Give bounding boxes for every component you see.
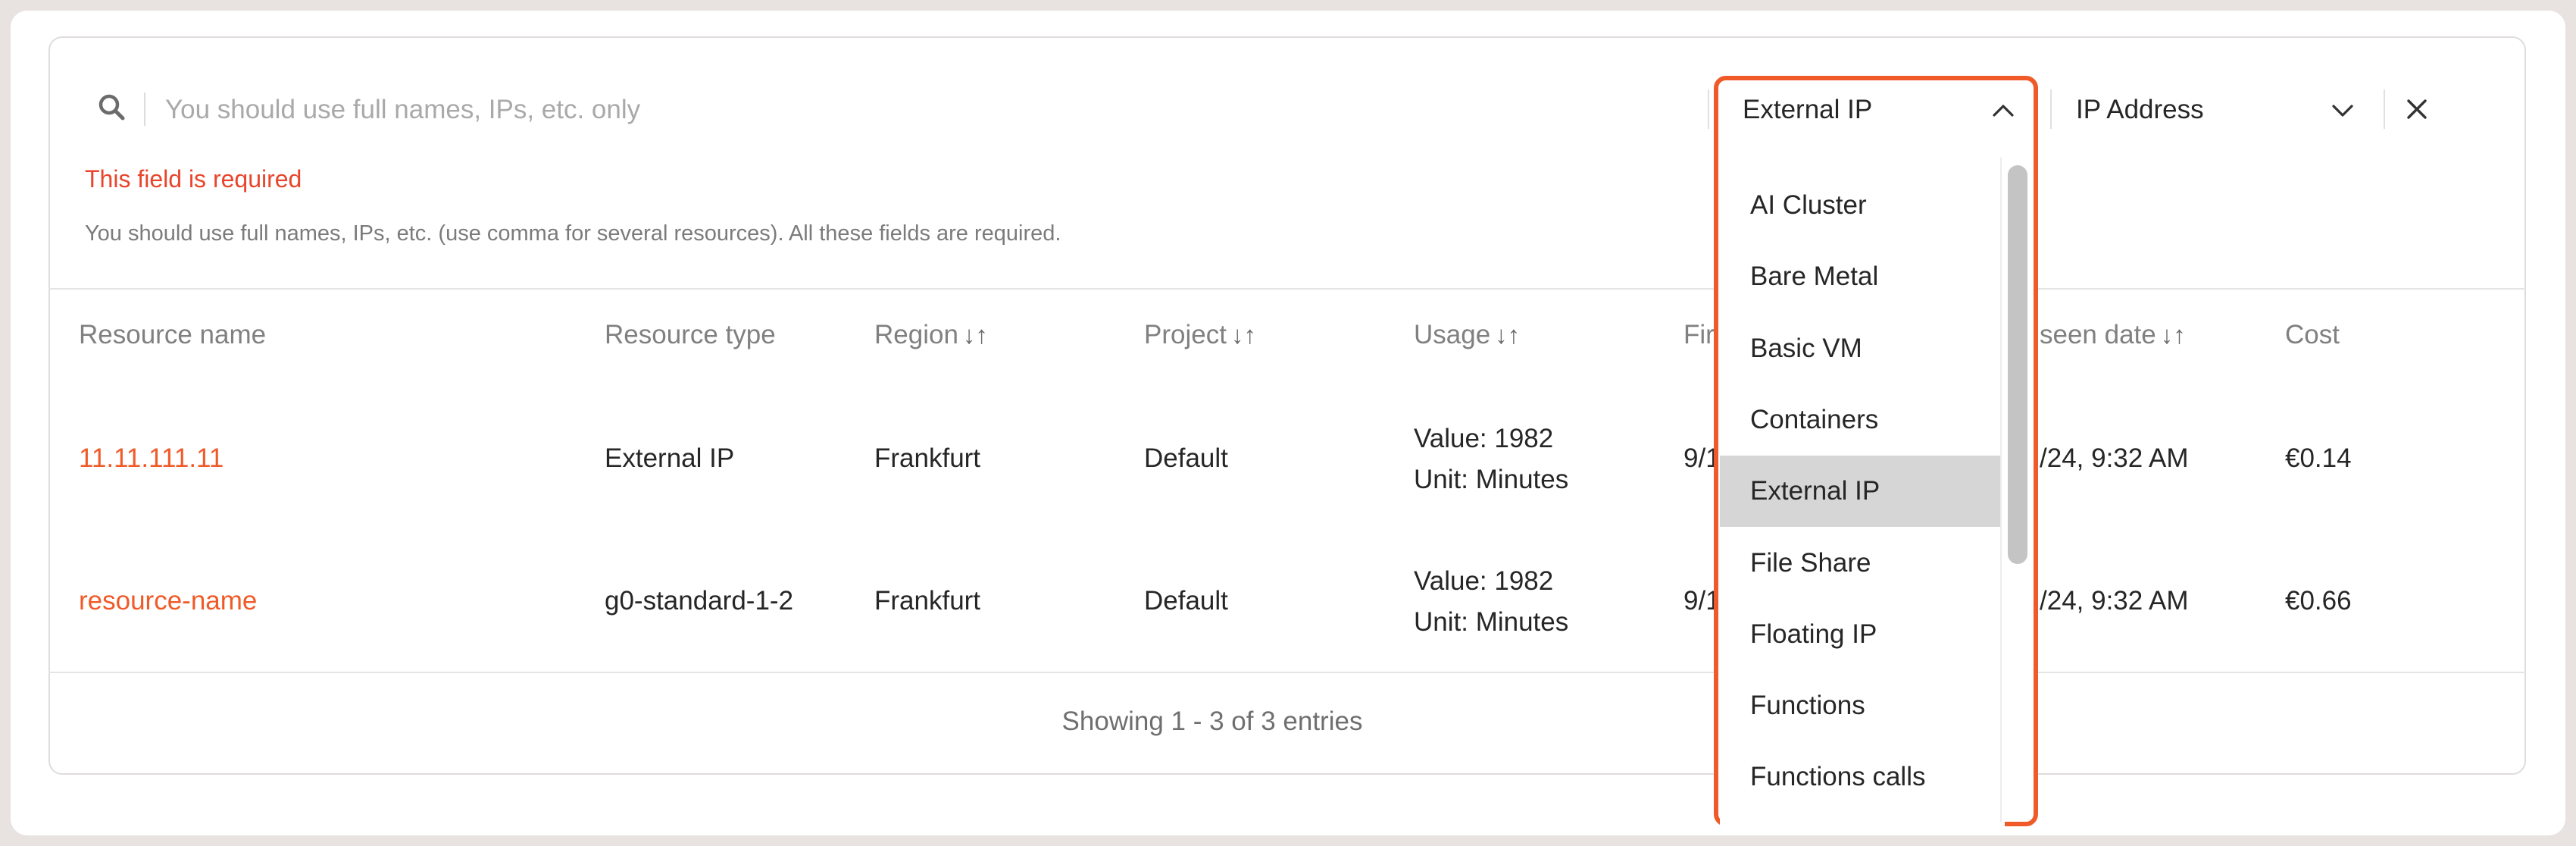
sort-icon[interactable]: ↓↑ bbox=[1231, 321, 1256, 349]
project-cell: Default bbox=[1144, 443, 1228, 473]
column-header-region-label: Region bbox=[874, 320, 958, 349]
filter-divider bbox=[1708, 89, 1709, 129]
column-header-region[interactable]: Region ↓↑ bbox=[874, 320, 988, 350]
project-cell: Default bbox=[1144, 586, 1228, 616]
dropdown-option[interactable]: Floating IP bbox=[1720, 599, 2000, 670]
search-divider bbox=[144, 92, 145, 126]
last-seen-cell: /24, 9:32 AM bbox=[2040, 443, 2189, 473]
helper-text: You should use full names, IPs, etc. (us… bbox=[85, 221, 1061, 246]
error-message: This field is required bbox=[85, 165, 302, 193]
table-top-divider bbox=[48, 288, 2526, 290]
column-header-resource-name[interactable]: Resource name bbox=[79, 320, 266, 350]
dropdown-option[interactable]: File Share bbox=[1720, 528, 2000, 599]
sort-icon[interactable]: ↓↑ bbox=[2161, 321, 2186, 349]
filter-divider bbox=[2050, 89, 2052, 129]
filter-divider bbox=[2384, 89, 2385, 129]
dropdown-option[interactable]: Bare Metal bbox=[1720, 241, 2000, 312]
chevron-down-icon bbox=[2332, 105, 2353, 117]
dropdown-option[interactable]: Basic VM bbox=[1720, 313, 2000, 384]
column-header-first-seen[interactable]: Fir bbox=[1683, 320, 1715, 350]
resource-name-link[interactable]: 11.11.111.11 bbox=[79, 438, 224, 479]
dropdown-scroll-track bbox=[2000, 158, 2002, 822]
column-header-usage-label: Usage bbox=[1414, 320, 1491, 349]
resource-type-select-value: External IP bbox=[1743, 95, 1873, 124]
search-input[interactable] bbox=[164, 88, 1667, 132]
close-icon[interactable] bbox=[2402, 94, 2432, 124]
table-bottom-divider bbox=[48, 672, 2526, 673]
usage-value-cell: Value: 1982 bbox=[1414, 566, 1554, 596]
resource-type-options: AI Cluster Bare Metal Basic VM Containers Ex… bbox=[1720, 158, 2005, 826]
resource-type-select-trigger[interactable]: External IP bbox=[1717, 79, 2035, 141]
column-header-last-seen-label: seen date bbox=[2040, 320, 2156, 349]
sort-icon[interactable]: ↓↑ bbox=[963, 321, 988, 349]
column-header-project[interactable]: Project ↓↑ bbox=[1144, 320, 1256, 350]
usage-unit-cell: Unit: Minutes bbox=[1414, 465, 1569, 494]
field-select[interactable]: IP Address bbox=[2076, 79, 2371, 141]
last-seen-cell: /24, 9:32 AM bbox=[2040, 586, 2189, 616]
column-header-project-label: Project bbox=[1144, 320, 1227, 349]
column-header-last-seen[interactable]: seen date ↓↑ bbox=[2040, 320, 2186, 350]
dropdown-option[interactable]: AI Cluster bbox=[1720, 170, 2000, 241]
dropdown-scrollbar[interactable] bbox=[2008, 165, 2027, 564]
region-cell: Frankfurt bbox=[874, 443, 981, 473]
cost-cell: €0.14 bbox=[2285, 443, 2352, 473]
column-header-cost: Cost bbox=[2285, 320, 2340, 349]
region-cell: Frankfurt bbox=[874, 586, 981, 616]
resource-name-link[interactable]: resource-name bbox=[79, 581, 257, 622]
dropdown-option[interactable]: Containers bbox=[1720, 384, 2000, 456]
sort-icon[interactable]: ↓↑ bbox=[1495, 321, 1520, 349]
column-header-usage[interactable]: Usage ↓↑ bbox=[1414, 320, 1520, 350]
search-icon bbox=[98, 94, 125, 121]
dropdown-option[interactable]: Functions calls bbox=[1720, 741, 2000, 813]
cost-cell: €0.66 bbox=[2285, 586, 2352, 616]
field-select-value: IP Address bbox=[2076, 95, 2204, 124]
column-header-resource-type[interactable]: Resource type bbox=[605, 320, 776, 350]
usage-value-cell: Value: 1982 bbox=[1414, 424, 1554, 453]
chevron-up-icon bbox=[1993, 105, 2014, 117]
dropdown-option[interactable]: External IP bbox=[1720, 456, 2000, 528]
resource-type-cell: g0-standard-1-2 bbox=[605, 586, 794, 616]
dropdown-option[interactable]: Functions bbox=[1720, 670, 2000, 741]
usage-panel bbox=[48, 36, 2526, 775]
pagination-summary-text: Showing 1 - 3 of 3 entries bbox=[1061, 707, 1363, 736]
usage-unit-cell: Unit: Minutes bbox=[1414, 607, 1569, 637]
resource-type-cell: External IP bbox=[605, 443, 735, 473]
pagination-summary: Showing 1 - 3 of 3 entries bbox=[0, 707, 2576, 737]
